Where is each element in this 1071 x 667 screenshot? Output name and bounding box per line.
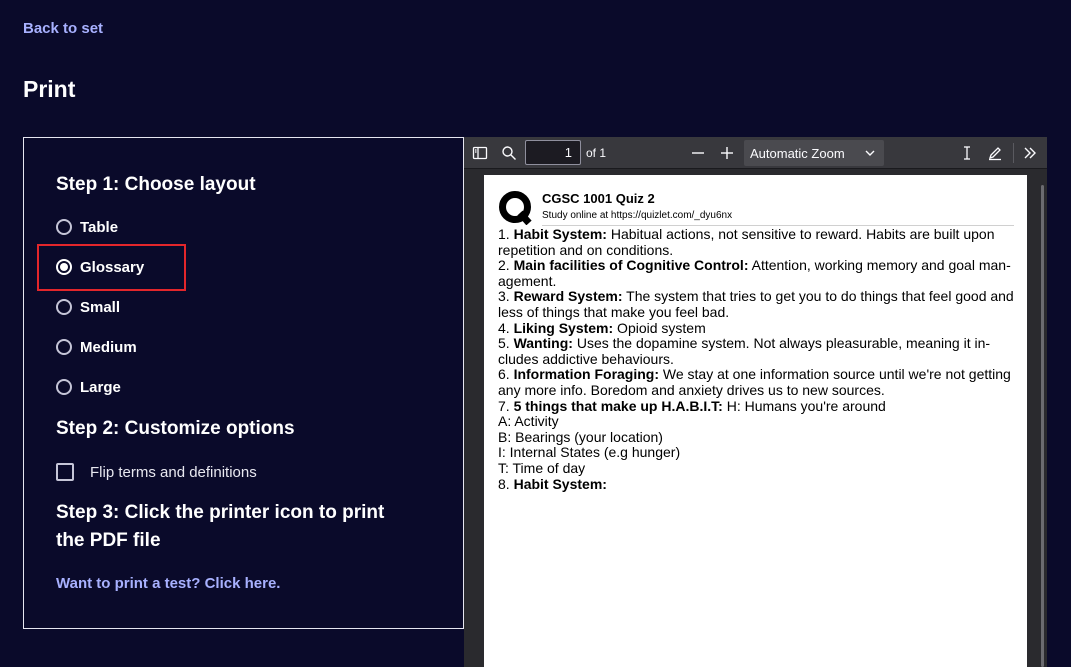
layout-label: Large — [80, 378, 121, 396]
term-name: Habit System: — [513, 475, 607, 492]
layout-label: Small — [80, 298, 121, 316]
zoom-select[interactable]: Automatic Zoom — [744, 140, 884, 166]
definition-text: less of things that make you feel bad. — [498, 303, 730, 320]
zoom-out-icon[interactable] — [688, 143, 708, 163]
layout-label: Medium — [80, 338, 137, 356]
selection-highlight-box — [37, 244, 186, 291]
term-number: 5. — [498, 335, 514, 352]
pdf-viewer: of 1 Automatic Zoom CGSC 1001 Quiz 2 Stu… — [464, 137, 1047, 667]
definition-text: A: Activity — [498, 413, 559, 430]
term-name: Reward System: — [513, 288, 623, 305]
term-name: Habit System: — [513, 226, 607, 242]
term-number: 1. — [498, 226, 514, 242]
glossary-line: 7. 5 things that make up H.A.B.I.T: H: H… — [498, 397, 1016, 415]
pen-icon[interactable] — [985, 143, 1005, 163]
page-number-input[interactable] — [525, 140, 581, 165]
glossary-line: any more info. Boredom and anxiety drive… — [498, 381, 1016, 399]
print-options-panel: Step 1: Choose layout Table Glossary Sma… — [23, 137, 464, 629]
pdf-toolbar: of 1 Automatic Zoom — [464, 137, 1047, 169]
term-number: 8. — [498, 475, 514, 492]
definition-text: Attention, working memory and goal man- — [748, 257, 1011, 274]
glossary-line: T: Time of day — [498, 459, 1016, 477]
toolbar-divider — [1013, 143, 1014, 163]
radio-button[interactable] — [56, 219, 72, 235]
layout-option-large[interactable]: Large — [56, 376, 121, 398]
definition-text: H: Humans you're around — [722, 397, 886, 414]
step2-heading: Step 2: Customize options — [56, 418, 295, 439]
step3-heading-line2: the PDF file — [56, 530, 161, 551]
definition-text: We stay at one information source until … — [659, 366, 1011, 383]
print-test-link[interactable]: Want to print a test? Click here. — [56, 575, 280, 592]
term-name: Liking System: — [513, 319, 614, 336]
definition-text: Uses the dopamine system. Not always ple… — [572, 335, 991, 352]
definition-text: The system that tries to get you to do t… — [622, 288, 1014, 305]
term-name: Information Foraging: — [513, 366, 660, 383]
layout-option-small[interactable]: Small — [56, 296, 120, 318]
zoom-in-icon[interactable] — [717, 143, 737, 163]
definition-text: agement. — [498, 272, 557, 289]
zoom-select-value: Automatic Zoom — [750, 145, 845, 161]
term-number: 7. — [498, 397, 514, 414]
glossary-line: 6. Information Foraging: We stay at one … — [498, 367, 1016, 383]
term-number: 2. — [498, 257, 514, 274]
radio-button[interactable] — [56, 299, 72, 315]
glossary-line: 1. Habit System: Habitual actions, not s… — [498, 226, 1016, 243]
sidebar-toggle-icon[interactable] — [470, 143, 490, 163]
term-number: 4. — [498, 319, 514, 336]
definition-text: Habitual actions, not sensitive to rewar… — [606, 226, 995, 242]
scrollbar[interactable] — [1041, 185, 1044, 667]
layout-label: Table — [80, 218, 119, 236]
set-title: CGSC 1001 Quiz 2 — [542, 191, 655, 206]
radio-button[interactable] — [56, 339, 72, 355]
layout-option-table[interactable]: Table — [56, 216, 118, 238]
page-title: Print — [23, 76, 76, 102]
flip-terms-option[interactable]: Flip terms and definitions — [56, 460, 257, 484]
term-name: 5 things that make up H.A.B.I.T: — [513, 397, 723, 414]
glossary-line: 5. Wanting: Uses the dopamine system. No… — [498, 335, 1016, 352]
glossary-line: B: Bearings (your location) — [498, 428, 1016, 446]
glossary-line: I: Internal States (e.g hunger) — [498, 445, 1016, 461]
definition-text: any more info. Boredom and anxiety drive… — [498, 381, 885, 398]
glossary-line: repetition and on conditions. — [498, 241, 1016, 259]
glossary-line: agement. — [498, 272, 1016, 290]
step3-heading-line1: Step 3: Click the printer icon to print — [56, 502, 385, 523]
quizlet-logo-icon — [499, 191, 532, 225]
layout-option-medium[interactable]: Medium — [56, 336, 137, 358]
term-name: Wanting: — [513, 335, 573, 352]
glossary-line: cludes addictive behaviours. — [498, 350, 1016, 368]
page-count-label: of 1 — [586, 146, 607, 160]
glossary-line: 8. Habit System: — [498, 475, 1016, 493]
glossary-content: 1. Habit System: Habitual actions, not s… — [498, 226, 1016, 493]
set-subtitle: Study online at https://quizlet.com/_dyu… — [542, 210, 733, 221]
definition-text: cludes addictive behaviours. — [498, 350, 674, 367]
radio-button[interactable] — [56, 379, 72, 395]
definition-text: Opioid system — [613, 319, 706, 336]
glossary-line: A: Activity — [498, 413, 1016, 430]
glossary-line: less of things that make you feel bad. — [498, 303, 1016, 321]
back-to-set-link[interactable]: Back to set — [23, 20, 103, 37]
step1-heading: Step 1: Choose layout — [56, 174, 256, 195]
definition-text: I: Internal States (e.g hunger) — [498, 444, 681, 461]
flip-terms-checkbox[interactable] — [56, 463, 74, 481]
search-icon[interactable] — [499, 143, 519, 163]
text-cursor-icon[interactable] — [957, 143, 977, 163]
definition-text: B: Bearings (your location) — [498, 428, 663, 445]
glossary-line: 2. Main facilities of Cognitive Control:… — [498, 257, 1016, 274]
pdf-page: CGSC 1001 Quiz 2 Study online at https:/… — [484, 175, 1027, 667]
more-tools-icon[interactable] — [1020, 143, 1040, 163]
term-name: Main facilities of Cognitive Control: — [513, 257, 749, 274]
glossary-line: 3. Reward System: The system that tries … — [498, 289, 1016, 305]
glossary-line: 4. Liking System: Opioid system — [498, 319, 1016, 337]
definition-text: T: Time of day — [498, 459, 586, 476]
term-number: 6. — [498, 366, 514, 383]
term-number: 3. — [498, 288, 514, 305]
definition-text: repetition and on conditions. — [498, 241, 674, 258]
chevron-down-icon — [865, 150, 875, 156]
flip-terms-label: Flip terms and definitions — [90, 463, 257, 481]
